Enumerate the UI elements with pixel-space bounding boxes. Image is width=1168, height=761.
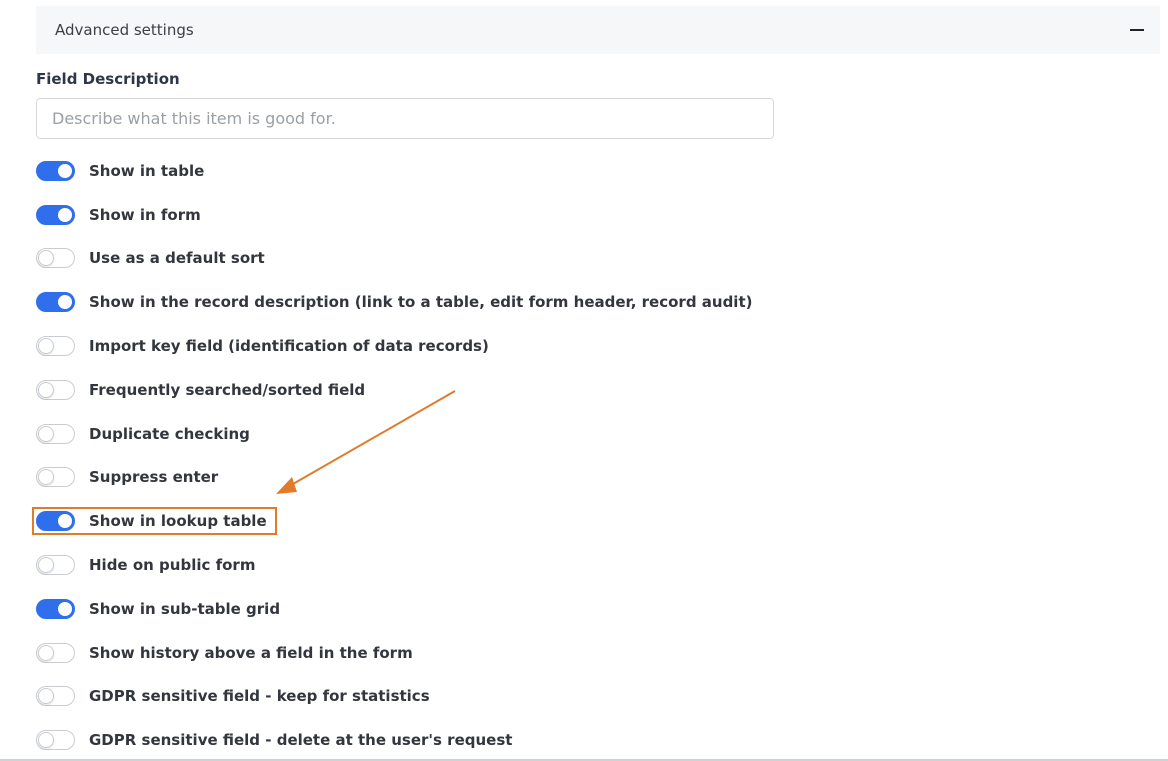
toggle-row-import-key: Import key field (identification of data… [36,324,1136,368]
toggle-row-record-description: Show in the record description (link to … [36,280,1136,324]
toggle-switch[interactable] [36,248,75,269]
toggle-label: Suppress enter [89,468,219,487]
toggle-switch[interactable] [36,511,75,532]
toggle-label: Show in sub-table grid [89,599,281,618]
toggle-switch[interactable] [36,160,75,181]
toggle-knob [38,381,54,398]
toggle-row-show-in-table: Show in table [36,149,1136,193]
toggle-switch[interactable] [36,423,75,444]
toggle-label: GDPR sensitive field - keep for statisti… [89,687,430,706]
field-description-label: Field Description [36,70,180,88]
toggle-label: Import key field (identification of data… [89,337,489,356]
toggle-list: Show in table Show in form Use as a defa… [32,149,1136,761]
toggle-row-duplicate-checking: Duplicate checking [36,412,1136,456]
toggle-knob [38,338,54,355]
toggle-switch[interactable] [36,204,75,225]
toggle-knob [38,469,54,486]
toggle-switch[interactable] [36,730,75,751]
toggle-label: Frequently searched/sorted field [89,380,366,399]
toggle-switch[interactable] [36,555,75,576]
toggle-row-lookup-table: Show in lookup table [32,499,1136,543]
minus-icon[interactable] [1130,29,1144,31]
toggle-switch[interactable] [36,642,75,663]
toggle-label: Show in form [89,205,201,224]
toggle-knob [57,294,73,311]
toggle-row-show-in-form: Show in form [36,193,1136,237]
toggle-row-gdpr-delete: GDPR sensitive field - delete at the use… [36,718,1136,761]
advanced-settings-header[interactable]: Advanced settings [36,6,1160,54]
toggle-row-frequently-searched: Frequently searched/sorted field [36,368,1136,412]
toggle-row-gdpr-keep: GDPR sensitive field - keep for statisti… [36,675,1136,719]
toggle-knob [38,644,54,661]
toggle-label: Show in table [89,161,205,180]
toggle-label: Duplicate checking [89,424,250,443]
toggle-switch[interactable] [36,336,75,357]
toggle-knob [38,557,54,574]
toggle-switch[interactable] [36,292,75,313]
toggle-row-hide-public-form: Hide on public form [36,543,1136,587]
toggle-label: Show history above a field in the form [89,643,413,662]
toggle-row-show-history: Show history above a field in the form [36,631,1136,675]
toggle-label: Show in the record description (link to … [89,293,753,312]
toggle-knob [57,206,73,223]
toggle-row-suppress-enter: Suppress enter [36,456,1136,500]
toggle-knob [38,688,54,705]
toggle-knob [38,250,54,267]
toggle-switch[interactable] [36,686,75,707]
toggle-switch[interactable] [36,467,75,488]
toggle-knob [38,732,54,749]
toggle-label: Show in lookup table [89,512,267,531]
toggle-knob [57,600,73,617]
toggle-row-default-sort: Use as a default sort [36,237,1136,281]
toggle-knob [57,162,73,179]
toggle-knob [57,513,73,530]
toggle-knob [38,425,54,442]
toggle-switch[interactable] [36,598,75,619]
advanced-settings-page: Advanced settings Field Description Show… [0,0,1168,761]
toggle-switch[interactable] [36,379,75,400]
section-title: Advanced settings [55,21,194,39]
field-description-input[interactable] [36,98,774,139]
toggle-label: Use as a default sort [89,249,265,268]
toggle-label: Hide on public form [89,556,256,575]
toggle-row-sub-table-grid: Show in sub-table grid [36,587,1136,631]
toggle-label: GDPR sensitive field - delete at the use… [89,731,513,750]
